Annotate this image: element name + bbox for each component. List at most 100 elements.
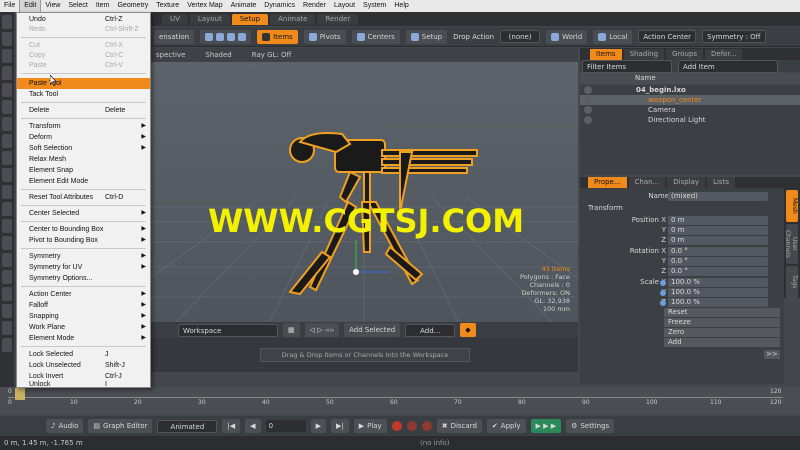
tool-icon[interactable] (2, 219, 12, 233)
audio-button[interactable]: ♪ Audio (46, 419, 84, 433)
menu-item-element-mode[interactable]: Element Mode ▶ (17, 334, 150, 343)
apply-button[interactable]: ✔ Apply (486, 419, 526, 433)
name-field[interactable]: (mixed) (668, 192, 768, 201)
tab-shading[interactable]: Shading (623, 49, 665, 60)
tab-items[interactable]: Items (590, 49, 622, 60)
tab-groups[interactable]: Groups (666, 49, 703, 60)
scale-x-field[interactable]: 100.0 % (668, 278, 768, 287)
menu-item-lock-unselected[interactable]: Lock Unselected Shift-J (17, 361, 150, 370)
tool-icon[interactable] (2, 270, 12, 284)
local-button[interactable]: Local (593, 29, 633, 44)
tab-lists[interactable]: Lists (707, 177, 735, 188)
menu-dynamics[interactable]: Dynamics (260, 0, 299, 12)
tab-render[interactable]: Render (317, 13, 359, 25)
visibility-eye-icon[interactable] (584, 106, 592, 114)
menu-item-reset-tool-attributes[interactable]: Reset Tool Attributes Ctrl-D (17, 193, 150, 202)
selection-mode-buttons[interactable] (200, 29, 252, 44)
rotation-y-field[interactable]: 0.0 ° (668, 257, 768, 266)
menu-item-lock-selected[interactable]: Lock Selected J (17, 350, 150, 359)
timeline[interactable]: 0 10 20 30 40 50 60 70 80 90 100 110 120… (0, 387, 800, 415)
tool-icon[interactable] (2, 185, 12, 199)
tool-icon[interactable] (2, 49, 12, 63)
menu-view[interactable]: View (41, 0, 64, 12)
rotation-x-field[interactable]: 0.0 ° (668, 247, 768, 256)
tool-icon[interactable] (2, 32, 12, 46)
menu-item-pivot-to-bounding-box[interactable]: Pivot to Bounding Box ▶ (17, 236, 150, 245)
action-center-select[interactable]: Action Center (638, 30, 697, 43)
go-end-button[interactable]: ▶| (330, 419, 349, 433)
visibility-eye-icon[interactable] (584, 86, 592, 94)
tool-icon[interactable] (2, 202, 12, 216)
prev-key-button[interactable]: ◀ (245, 419, 261, 433)
raygl-toggle[interactable]: Ray GL: Off (252, 51, 292, 59)
more-button[interactable]: >> (764, 350, 780, 359)
tool-icon[interactable] (2, 304, 12, 318)
visibility-eye-icon[interactable] (584, 116, 592, 124)
timeline-playhead[interactable] (15, 388, 25, 400)
play-button[interactable]: ▶ Play (353, 419, 387, 433)
edge-mode-icon[interactable] (216, 32, 225, 41)
world-button[interactable]: World (546, 29, 588, 44)
menu-render[interactable]: Render (299, 0, 330, 12)
item-row-camera[interactable]: Camera (580, 105, 800, 115)
turret-model[interactable] (150, 62, 578, 322)
compensation-button[interactable]: ensation (154, 29, 195, 44)
tool-icon[interactable] (2, 83, 12, 97)
view-type-select[interactable]: spective (156, 51, 185, 59)
position-y-field[interactable]: 0 m (668, 226, 768, 235)
items-mode-button[interactable]: Items (257, 29, 298, 44)
menu-item-paste-tool[interactable]: Paste Tool (17, 78, 150, 89)
tab-layout[interactable]: Layout (189, 13, 230, 25)
add-item-select[interactable]: Add Item (678, 59, 778, 73)
tab-display[interactable]: Display (667, 177, 706, 188)
side-tab-mesh[interactable]: Mesh (786, 190, 798, 222)
channel-key-buttons[interactable]: ▶ ▶ ▶ (530, 419, 562, 433)
reset-button[interactable]: Reset (664, 308, 780, 317)
auto-key-icon[interactable] (421, 421, 432, 431)
workspace-drop-area[interactable]: Drag & Drop Items or Channels into the W… (150, 338, 578, 372)
menu-file[interactable]: File (0, 0, 19, 12)
menu-item-element-snap[interactable]: Element Snap (17, 166, 150, 175)
tab-uv[interactable]: UV (162, 13, 188, 25)
tool-icon[interactable] (2, 15, 12, 29)
workspace-settings-button[interactable]: ◆ (460, 323, 476, 337)
workspace-nav-buttons[interactable]: ◁ ▷ ◃ ▹ (304, 323, 340, 337)
menu-animate[interactable]: Animate (227, 0, 261, 12)
animated-select[interactable]: Animated (157, 419, 218, 433)
menu-item-soft-selection[interactable]: Soft Selection ▶ (17, 144, 150, 153)
menu-item-work-plane[interactable]: Work Plane ▶ (17, 323, 150, 332)
side-tab-tags[interactable]: Tags (786, 266, 798, 298)
menu-item[interactable]: Item (92, 0, 114, 12)
side-tab-user-channels[interactable]: User Channels (784, 224, 798, 264)
menu-item-element-edit-mode[interactable]: Element Edit Mode (17, 177, 150, 186)
scale-link-icon[interactable] (660, 290, 666, 296)
tool-icon[interactable] (2, 100, 12, 114)
tab-animate[interactable]: Animate (270, 13, 316, 25)
filter-items-select[interactable]: Filter Items (582, 59, 672, 73)
menu-item-unlock[interactable]: Unlock I (17, 381, 150, 388)
workspace-select[interactable]: Workspace (178, 323, 278, 337)
tool-icon[interactable] (2, 151, 12, 165)
tab-setup[interactable]: Setup (231, 13, 269, 25)
freeze-button[interactable]: Freeze (664, 318, 780, 327)
go-start-button[interactable]: |◀ (222, 419, 241, 433)
drop-action-select[interactable]: (none) (500, 30, 541, 43)
menu-item-symmetry[interactable]: Symmetry ▶ (17, 252, 150, 261)
menu-item-action-center[interactable]: Action Center ▶ (17, 290, 150, 299)
menu-item-symmetry-for-uv[interactable]: Symmetry for UV ▶ (17, 263, 150, 272)
menu-item-copy[interactable]: Copy Ctrl-C (17, 51, 150, 60)
menu-help[interactable]: Help (390, 0, 412, 12)
add-selected-button[interactable]: Add Selected (344, 323, 401, 337)
menu-item-paste[interactable]: Paste Ctrl-V (17, 61, 150, 70)
menu-item-cut[interactable]: Cut Ctrl-X (17, 41, 150, 50)
menu-item-falloff[interactable]: Falloff ▶ (17, 301, 150, 310)
tab-properties[interactable]: Prope... (588, 177, 627, 188)
tab-deformers[interactable]: Defor... (705, 49, 743, 60)
menu-item-tack-tool[interactable]: Tack Tool (17, 90, 150, 99)
tool-icon[interactable] (2, 117, 12, 131)
menu-texture[interactable]: Texture (152, 0, 183, 12)
shading-select[interactable]: Shaded (205, 51, 231, 59)
setup-mode-button[interactable]: Setup (405, 29, 448, 44)
menu-item-center-to-bounding-box[interactable]: Center to Bounding Box ▶ (17, 225, 150, 234)
menu-item-symmetry-options[interactable]: Symmetry Options... (17, 274, 150, 283)
